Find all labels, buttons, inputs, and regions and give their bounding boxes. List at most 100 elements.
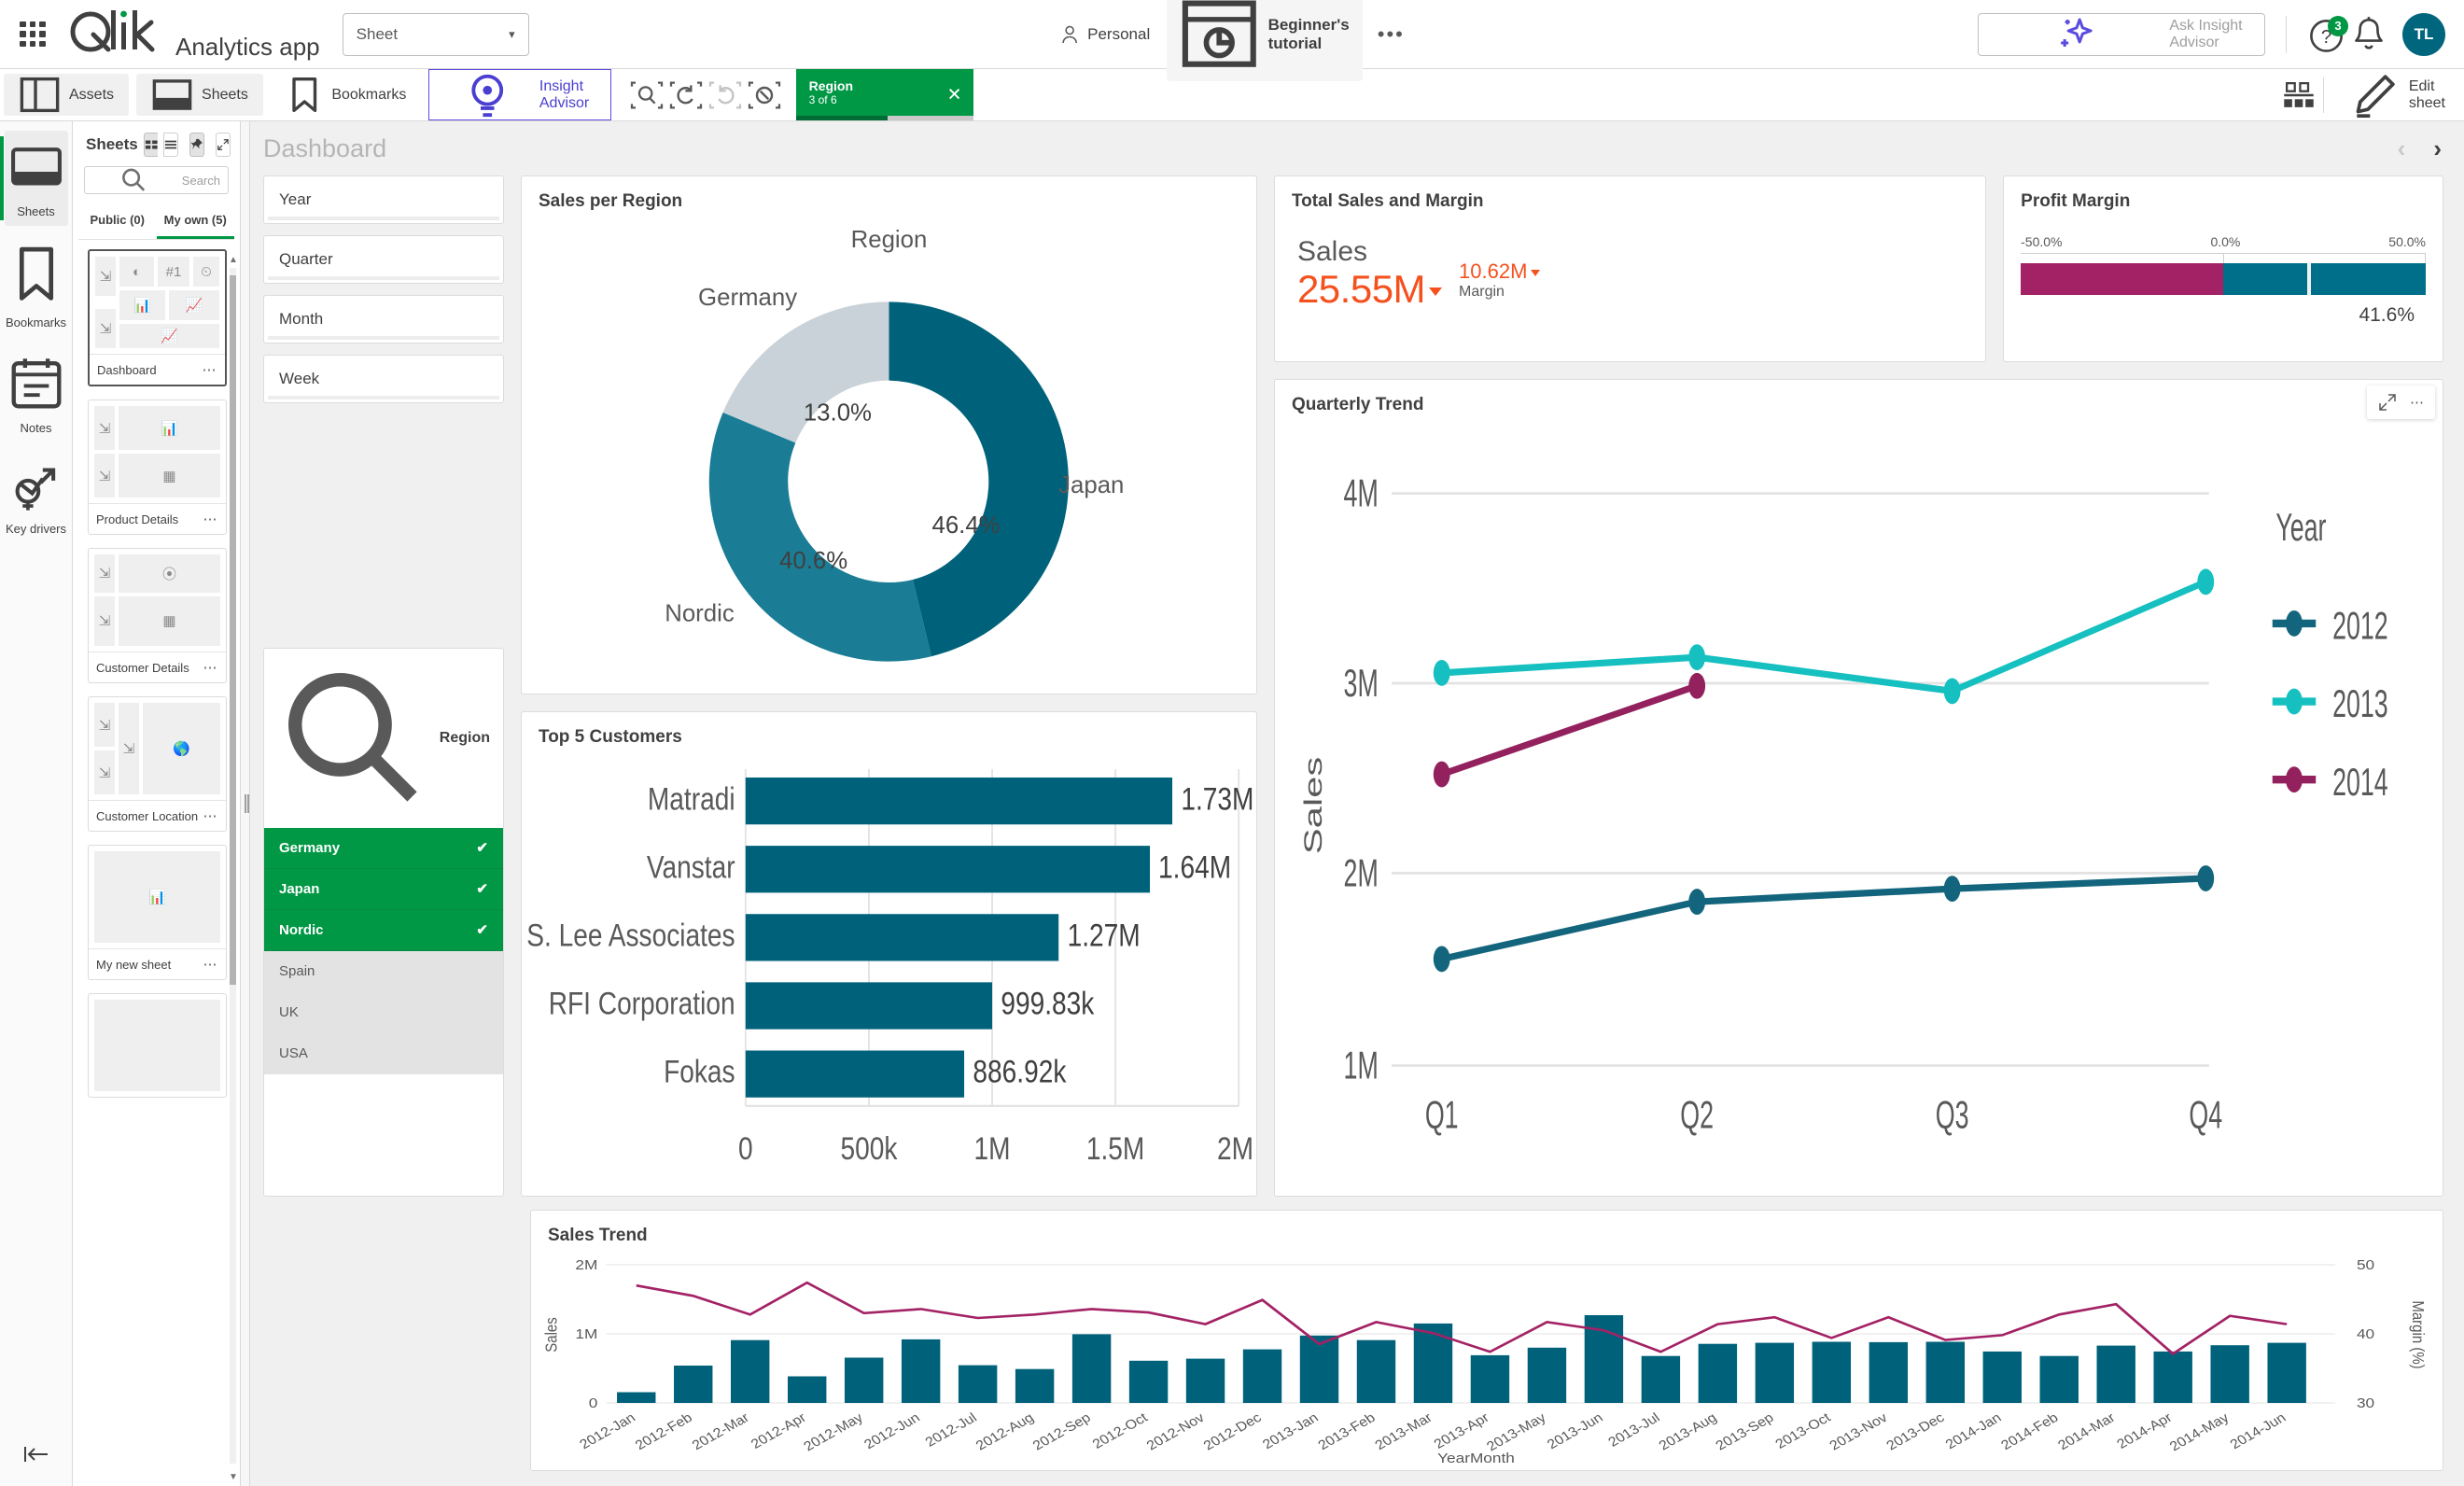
list-item[interactable]: ⇲ ⇲ ⇲ 🌎 Customer Location ⋯ (88, 696, 227, 832)
insight-advisor-button[interactable]: Insight Advisor (428, 69, 611, 120)
card-total-sales-margin[interactable]: Total Sales and Margin Sales 25.55M 10.6… (1273, 175, 1987, 362)
search-selections-icon[interactable] (628, 77, 665, 114)
sheet-more-icon[interactable]: ⋯ (203, 361, 218, 378)
list-item[interactable] (88, 993, 227, 1098)
listbox-item[interactable]: UK (264, 991, 503, 1033)
sales-trend-combo-chart[interactable]: 2M 1M 0 Sales 50 40 30 Margin (%) 2012-J… (531, 1246, 2443, 1470)
card-sales-per-region[interactable]: Sales per Region Region Germany Japan No… (521, 175, 1257, 695)
list-item[interactable]: ⇲ ⇲ 📊 ▦ Product Details ⋯ (88, 400, 227, 535)
app-name-chip[interactable]: Beginner's tutorial (1167, 0, 1363, 81)
help-button[interactable]: ? 3 (2307, 14, 2348, 55)
card-profit-margin[interactable]: Profit Margin -50.0% 0.0% 50.0% 41.6% (2003, 175, 2443, 362)
edit-sheet-button[interactable]: Edit sheet (2333, 69, 2460, 121)
filter-year[interactable]: Year (263, 175, 504, 224)
sheet-more-icon[interactable]: ⋯ (203, 807, 219, 824)
selection-tools (628, 69, 783, 120)
sidebar-item-sheets[interactable]: Sheets (0, 131, 68, 227)
filter-month[interactable]: Month (263, 295, 504, 343)
selection-chip-region[interactable]: Region 3 of 6 ✕ (795, 69, 973, 120)
assets-button[interactable]: Assets (4, 74, 130, 116)
svg-text:2012-Oct: 2012-Oct (1089, 1409, 1151, 1451)
check-icon: ✔ (476, 840, 488, 857)
app-more-menu-icon[interactable]: ••• (1366, 22, 1416, 47)
sidebar-item-notes[interactable]: Notes (5, 343, 68, 442)
sheet-name: My new sheet ⋯ (89, 948, 226, 979)
sheet-more-icon[interactable]: ⋯ (203, 659, 219, 676)
sidebar-item-bookmarks[interactable]: Bookmarks (5, 231, 68, 336)
collapse-panel-button[interactable] (21, 1443, 52, 1486)
x-tick: Q3 (1936, 1094, 1969, 1137)
avatar[interactable]: TL (2402, 12, 2445, 56)
expand-icon[interactable] (216, 133, 231, 157)
listbox-item[interactable]: Japan ✔ (264, 868, 503, 910)
sheets-tabs: Public (0) My own (5) (78, 205, 234, 240)
svg-text:2014-Apr: 2014-Apr (2114, 1410, 2175, 1452)
listbox-value: Spain (279, 962, 315, 979)
listbox-item[interactable]: Germany ✔ (264, 827, 503, 869)
svg-text:2012-Sep: 2012-Sep (1029, 1410, 1093, 1453)
sheet-layout-icon[interactable] (2280, 77, 2317, 114)
panel-resize-handle[interactable] (241, 121, 250, 1486)
step-forward-icon[interactable] (707, 77, 744, 114)
insight-advisor-label: Insight Advisor (539, 77, 590, 111)
sheet-more-icon[interactable]: ⋯ (203, 956, 219, 973)
sheet-name: Customer Location ⋯ (89, 800, 226, 831)
grid-view-icon[interactable] (143, 133, 159, 157)
list-item[interactable]: ⇲ ⇲ ⦿ ▦ Customer Details ⋯ (88, 548, 227, 683)
space-personal[interactable]: Personal (1048, 18, 1163, 51)
search-input[interactable]: Search (84, 166, 229, 194)
sheets-button[interactable]: Sheets (136, 74, 263, 116)
tab-my-own[interactable]: My own (5) (156, 205, 234, 239)
svg-text:2012-Mar: 2012-Mar (689, 1410, 752, 1453)
filter-week[interactable]: Week (263, 355, 504, 403)
card-top-5-customers[interactable]: Top 5 Customers Matradi Vanstar J. S. Le… (521, 711, 1257, 1197)
list-item[interactable]: ⇲ ⇲ ◐ #1 ⏲ 📊 📈 📈 Dashboard ⋯ (88, 249, 227, 386)
qlik-analytics-app: Analytics app Sheet ▾ Personal Beginner'… (0, 0, 2464, 1486)
card-quarterly-trend[interactable]: Quarterly Trend ⋯ 4M 3M 2M 1M Sales Q1 Q… (1273, 379, 2443, 1197)
pin-icon[interactable] (189, 133, 205, 157)
slice-label-nordic: Nordic (665, 601, 735, 627)
donut-chart[interactable]: Region Germany Japan Nordic 13.0% 46.4% … (522, 212, 1256, 694)
sidebar-item-key-drivers[interactable]: Key drivers (5, 448, 68, 543)
bar-category: Matradi (648, 781, 735, 817)
sheet-selector[interactable]: Sheet ▾ (342, 12, 529, 56)
search-icon (122, 168, 146, 191)
sheet-more-icon[interactable]: ⋯ (203, 511, 219, 527)
listbox-item[interactable]: Spain (264, 950, 503, 992)
list-item[interactable]: 📊 My new sheet ⋯ (88, 845, 227, 980)
gauge-mid: 0.0% (2210, 233, 2241, 249)
close-icon[interactable]: ✕ (947, 84, 962, 105)
app-title: Analytics app (175, 33, 320, 61)
clear-selections-icon[interactable] (746, 77, 783, 114)
tab-public[interactable]: Public (0) (78, 205, 157, 239)
listbox-value: USA (279, 1044, 308, 1061)
y2-tick: 30 (2357, 1395, 2374, 1411)
card-title: Profit Margin (2021, 191, 2131, 211)
prev-sheet-button[interactable]: ‹ (2398, 134, 2406, 163)
listbox-item[interactable]: USA (264, 1032, 503, 1074)
filter-quarter[interactable]: Quarter (263, 235, 504, 284)
top5-bar-chart[interactable]: Matradi Vanstar J. S. Lee Associates RFI… (522, 748, 1256, 1196)
list-view-icon[interactable] (163, 133, 179, 157)
sheets-scrollbar[interactable]: ▲ ▼ (229, 255, 238, 1482)
y-tick: 2M (1344, 851, 1379, 894)
apps-grid-icon[interactable] (17, 19, 49, 50)
sheet-selector-value: Sheet (356, 24, 399, 43)
quarterly-trend-line-chart[interactable]: 4M 3M 2M 1M Sales Q1 Q2 Q3 Q4 Year 2012 … (1275, 415, 2443, 1196)
insight-advisor-search[interactable]: Ask Insight Advisor (1978, 12, 2265, 56)
search-placeholder: Search (181, 173, 220, 188)
kpi-value: 25.55M (1297, 267, 1446, 312)
svg-text:2012-Dec: 2012-Dec (1200, 1410, 1265, 1453)
card-sales-trend[interactable]: Sales Trend 2M 1M 0 Sales 50 40 30 Margi… (530, 1210, 2443, 1471)
fullscreen-icon[interactable] (2378, 393, 2397, 412)
next-sheet-button[interactable]: › (2433, 134, 2442, 163)
listbox-item[interactable]: Nordic ✔ (264, 909, 503, 951)
notifications-button[interactable] (2348, 14, 2389, 55)
bookmarks-button[interactable]: Bookmarks (271, 74, 422, 116)
svg-text:2013-Aug: 2013-Aug (1656, 1410, 1719, 1453)
sheet-thumbnail: 📊 (89, 846, 226, 948)
listbox-header[interactable]: Region (264, 649, 503, 828)
step-back-icon[interactable] (667, 77, 705, 114)
search-icon (288, 673, 417, 802)
chart-more-menu-icon[interactable]: ⋯ (2410, 394, 2424, 411)
